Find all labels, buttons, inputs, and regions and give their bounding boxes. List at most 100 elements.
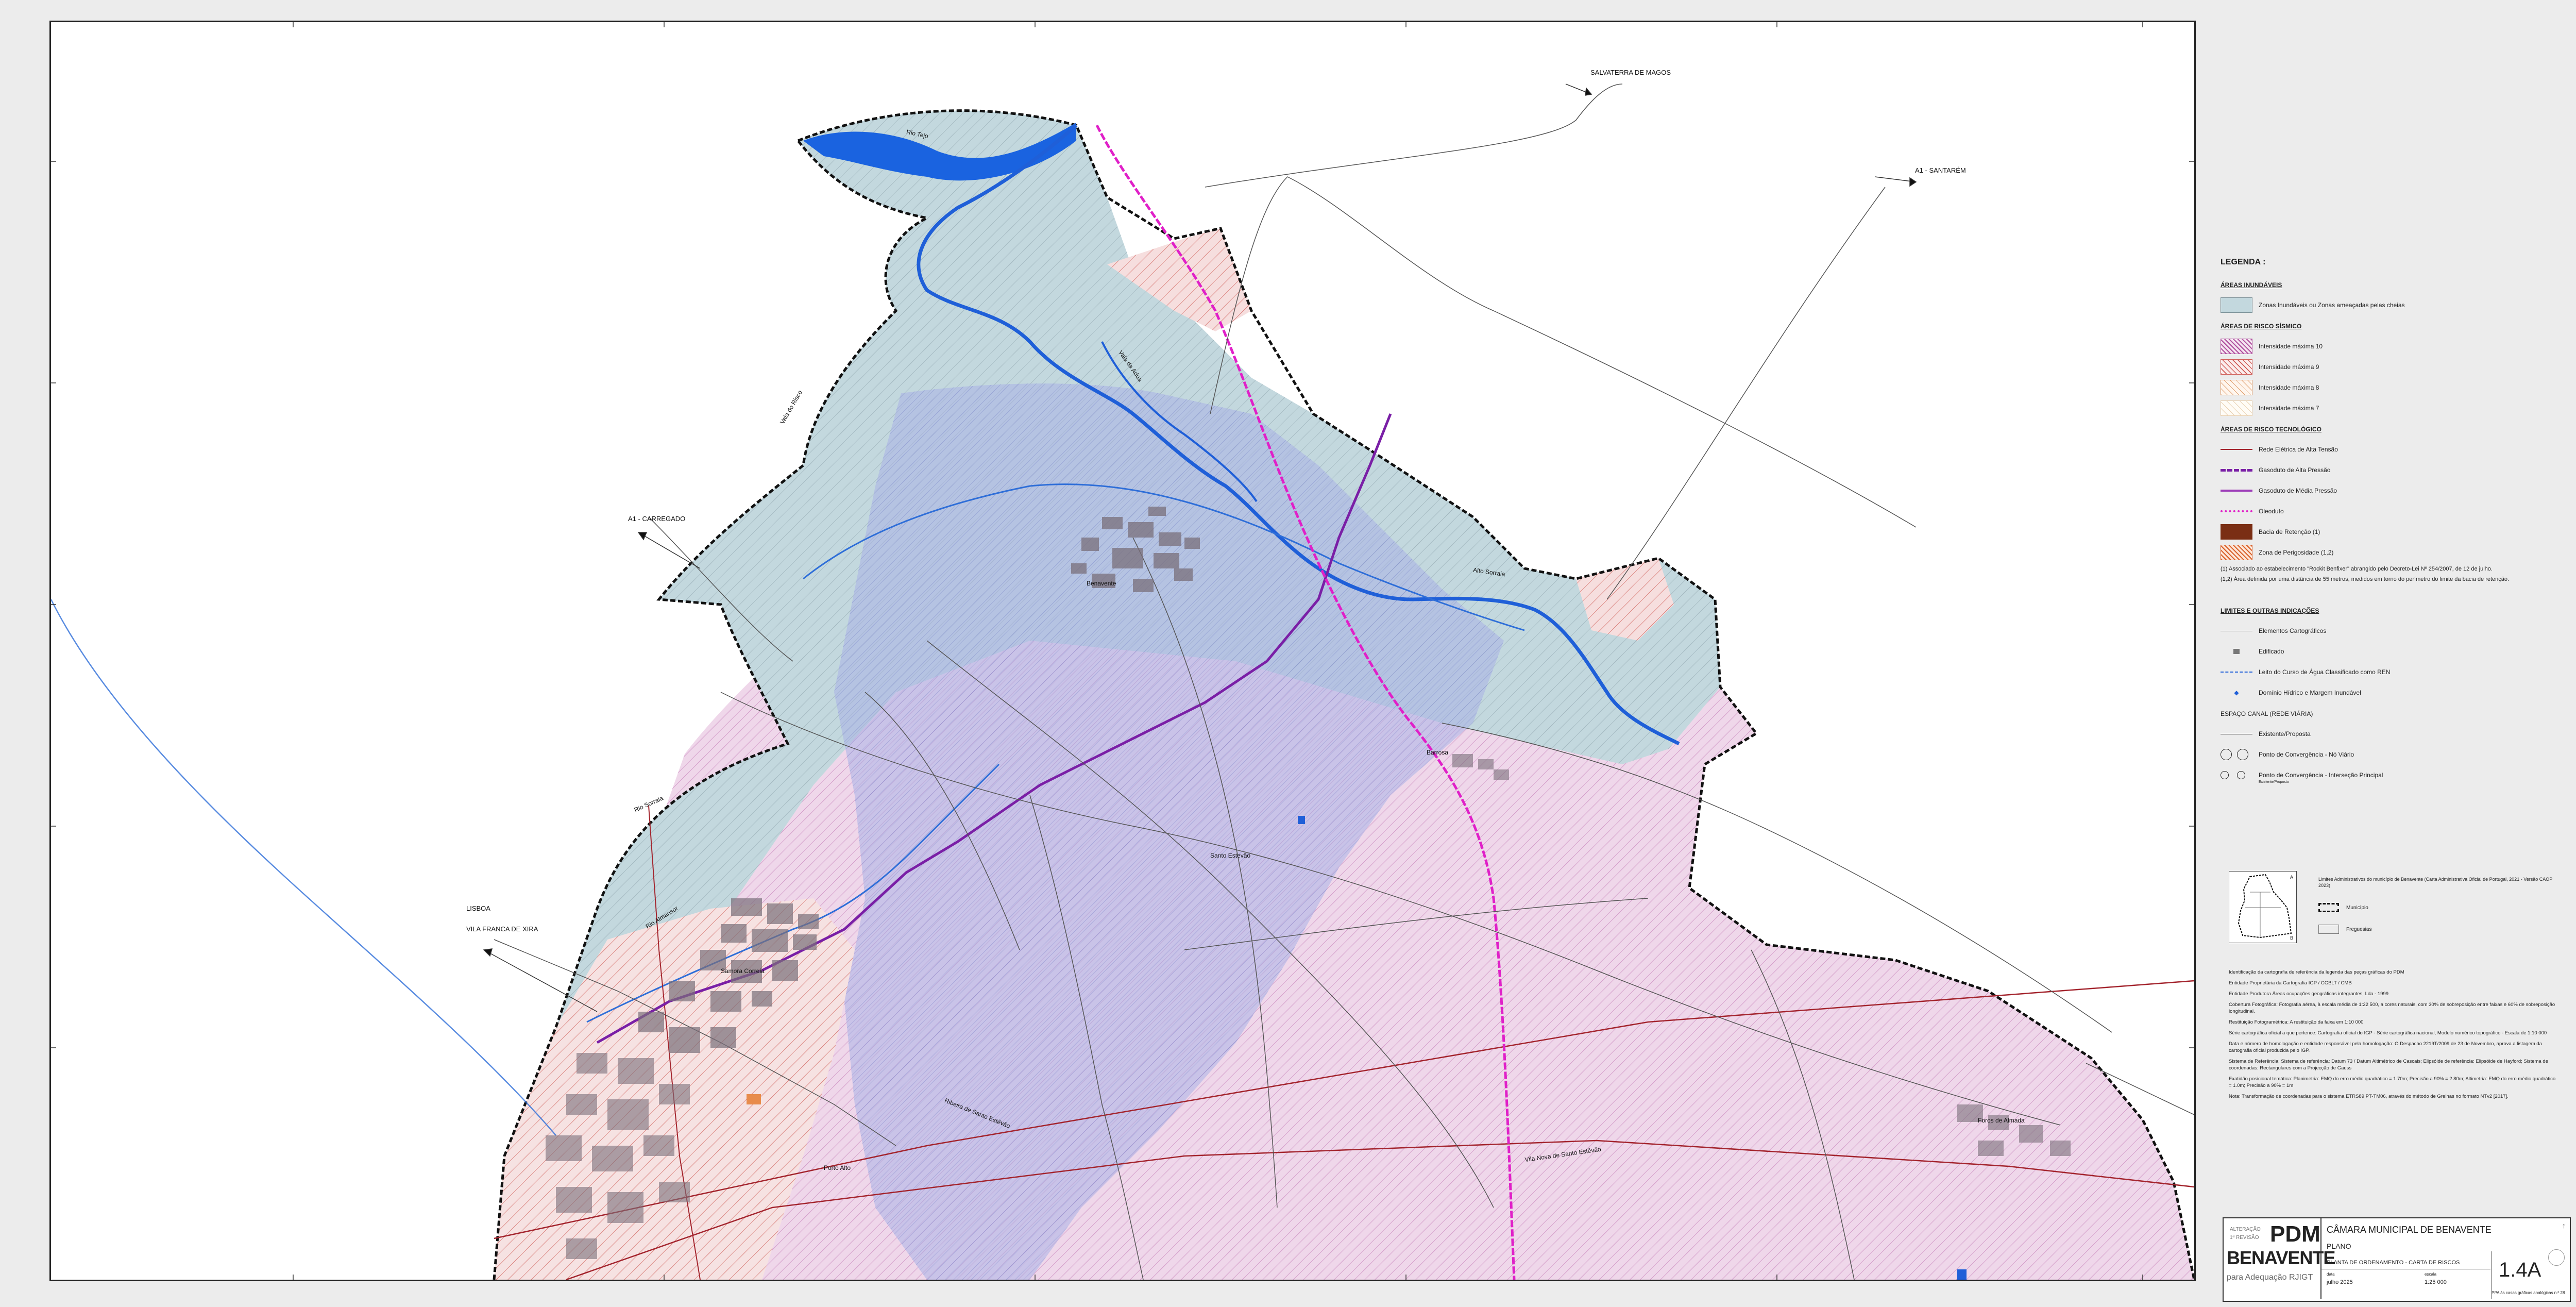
map-frame[interactable]: SALVATERRA DE MAGOS A1 - SANTARÉM A1 - C…	[49, 21, 2196, 1281]
legend-label-ponto-no: Ponto de Convergência - Nó Viário	[2259, 751, 2354, 758]
legend-label-int9: Intensidade máxima 9	[2259, 363, 2319, 371]
legend-label-edificado: Edificado	[2259, 648, 2284, 655]
retention-basin	[747, 1094, 761, 1104]
legend-label-elementos: Elementos Cartográficos	[2259, 627, 2327, 634]
danger-swatch	[2221, 545, 2252, 560]
power-swatch	[2221, 449, 2252, 450]
scale-label: escala	[2425, 1272, 2437, 1277]
legend-sub-proposto: Existente/Proposto	[2259, 780, 2289, 784]
drawing-title: PLANTA DE ORDENAMENTO - CARTA DE RISCOS	[2327, 1260, 2460, 1266]
legend-label-existente: Existente/Proposta	[2259, 730, 2311, 738]
blue-pond-south	[1957, 1269, 1967, 1280]
sheet-code: 1.4A	[2499, 1259, 2541, 1281]
entity-name: CÂMARA MUNICIPAL DE BENAVENTE	[2327, 1225, 2492, 1235]
legend-item-edificado: Edificado	[2221, 641, 2571, 662]
logo-subtitle: para Adequação RJIGT	[2227, 1273, 2313, 1282]
logo-alteracao: ALTERAÇÃO	[2230, 1227, 2261, 1232]
int8-swatch	[2221, 380, 2252, 395]
cartography-metadata: Identificação da cartografia de referênc…	[2229, 969, 2558, 1104]
legend-label-danger: Zona de Perigosidade (1,2)	[2259, 549, 2334, 556]
legend-item-ponto-no: Ponto de Convergência - Nó Viário	[2221, 744, 2571, 765]
ponto-no-swatch	[2221, 749, 2252, 760]
legend-item-int10: Intensidade máxima 10	[2221, 336, 2571, 357]
inset-map: A B	[2229, 871, 2297, 943]
place-santo-estevao: Santo Estevão	[1210, 852, 1251, 859]
legend-label-ponto-int: Ponto de Convergência - Interseção Princ…	[2259, 772, 2383, 779]
legend-label-gas-high: Gasoduto de Alta Pressão	[2259, 466, 2331, 474]
direction-lisboa: LISBOA	[466, 904, 490, 912]
place-foros-almada: Foros de Almada	[1978, 1117, 2025, 1124]
metadata-line: Nota: Transformação de coordenadas para …	[2229, 1094, 2509, 1099]
date-label: data	[2327, 1272, 2335, 1277]
ponto-int-swatch	[2221, 771, 2252, 779]
oil-swatch	[2221, 510, 2252, 512]
legend-item-int7: Intensidade máxima 7	[2221, 398, 2571, 418]
legend-label-int10: Intensidade máxima 10	[2259, 343, 2323, 350]
int7-swatch	[2221, 400, 2252, 416]
title-footnote: PPA às casas gráficas analógicas n.º 28	[2492, 1291, 2565, 1295]
metadata-line: Data e número de homologação e entidade …	[2229, 1041, 2542, 1053]
title-divider	[2320, 1218, 2321, 1299]
legend-note-2: (1,2) Área definida por uma distância de…	[2221, 576, 2510, 582]
date-value: julho 2025	[2327, 1279, 2353, 1285]
metadata-line: Série cartográfica oficial a que pertenc…	[2229, 1030, 2547, 1036]
legend-label-dominio: Domínio Hídrico e Margem Inundável	[2259, 689, 2361, 696]
metadata-line: Cobertura Fotográfica: Fotografia aérea,…	[2229, 1002, 2555, 1014]
inset-key-freguesias: Freguesias	[2346, 927, 2372, 932]
edificado-swatch	[2221, 649, 2252, 654]
plan-phase: PLANO	[2327, 1242, 2351, 1250]
legend-label-oil: Oleoduto	[2259, 508, 2284, 515]
legend-item-int8: Intensidade máxima 8	[2221, 377, 2571, 398]
blue-pond	[1298, 816, 1305, 824]
title-block: ALTERAÇÃO 1ª REVISÃO PDM BENAVENTE para …	[2223, 1217, 2571, 1302]
logo-revisao: 1ª REVISÃO	[2230, 1235, 2259, 1241]
legend-label-power: Rede Elétrica de Alta Tensão	[2259, 446, 2338, 453]
legend-item-oil: Oleoduto	[2221, 501, 2571, 522]
legend-section-limites: LIMITES E OUTRAS INDICAÇÕES	[2221, 607, 2319, 614]
place-porto-alto: Porto Alto	[824, 1164, 851, 1171]
metadata-line: Entidade Proprietária da Cartografia IGP…	[2229, 980, 2352, 986]
inset-municipality-shape	[2238, 874, 2292, 939]
inset-caption: Limites Administrativos do município de …	[2318, 877, 2553, 888]
legend-section-inund: ÁREAS INUNDÁVEIS	[2221, 281, 2282, 289]
map-sheet: SALVATERRA DE MAGOS A1 - SANTARÉM A1 - C…	[0, 0, 2576, 1307]
legend-section-tecno: ÁREAS DE RISCO TECNOLÓGICO	[2221, 426, 2322, 433]
metadata-line: Identificação da cartografia de referênc…	[2229, 969, 2404, 975]
legend-section-sismico: ÁREAS DE RISCO SÍSMICO	[2221, 323, 2302, 330]
gas-high-swatch	[2221, 468, 2252, 472]
int9-swatch	[2221, 359, 2252, 375]
map-canvas	[51, 22, 2194, 1280]
stamp-icon	[2548, 1249, 2565, 1266]
legend-label-flood: Zonas Inundáveis ou Zonas ameaçadas pela…	[2259, 301, 2405, 309]
logo-pdm: PDM	[2270, 1221, 2320, 1247]
flood-swatch	[2221, 297, 2252, 313]
legend-item-flood: Zonas Inundáveis ou Zonas ameaçadas pela…	[2221, 295, 2571, 315]
legend-panel: LEGENDA : ÁREAS INUNDÁVEIS Zonas Inundáv…	[2221, 258, 2571, 784]
scale-value: 1:25 000	[2425, 1279, 2447, 1285]
dominio-swatch: ◆	[2234, 689, 2239, 696]
inset-label-a: A	[2290, 875, 2293, 880]
metadata-line: Exatidão posicional temática: Planimetri…	[2229, 1076, 2556, 1088]
direction-vila-franca: VILA FRANCA DE XIRA	[466, 925, 538, 933]
leito-swatch	[2221, 672, 2252, 673]
metadata-line: Sistema de Referência: Sistema de referê…	[2229, 1059, 2548, 1071]
legend-label-basin: Bacia de Retenção (1)	[2259, 528, 2320, 535]
logo-benavente: BENAVENTE	[2227, 1247, 2335, 1268]
legend-item-elementos: Elementos Cartográficos	[2221, 621, 2571, 641]
inset-key-freguesias-swatch	[2318, 925, 2339, 934]
legend-item-power: Rede Elétrica de Alta Tensão	[2221, 439, 2571, 460]
inset-key-municipio-swatch	[2318, 903, 2339, 912]
place-barrosa: Barrosa	[1427, 749, 1449, 756]
int10-swatch	[2221, 339, 2252, 354]
place-benavente: Benavente	[1087, 580, 1116, 587]
legend-section-canal: ESPAÇO CANAL (REDE VIÁRIA)	[2221, 710, 2313, 717]
legend-item-dominio: ◆ Domínio Hídrico e Margem Inundável	[2221, 682, 2571, 703]
direction-carregado: A1 - CARREGADO	[628, 515, 686, 523]
water-right-edge	[51, 599, 556, 1136]
legend-note-1: (1) Associado ao estabelecimento "Rockit…	[2221, 566, 2493, 572]
north-icon: ↑	[2562, 1221, 2566, 1230]
direction-salvaterra: SALVATERRA DE MAGOS	[1590, 69, 1671, 76]
legend-label-int8: Intensidade máxima 8	[2259, 384, 2319, 391]
legend-item-gas-media: Gasoduto de Média Pressão	[2221, 480, 2571, 501]
legend-label-gas-media: Gasoduto de Média Pressão	[2259, 487, 2337, 494]
